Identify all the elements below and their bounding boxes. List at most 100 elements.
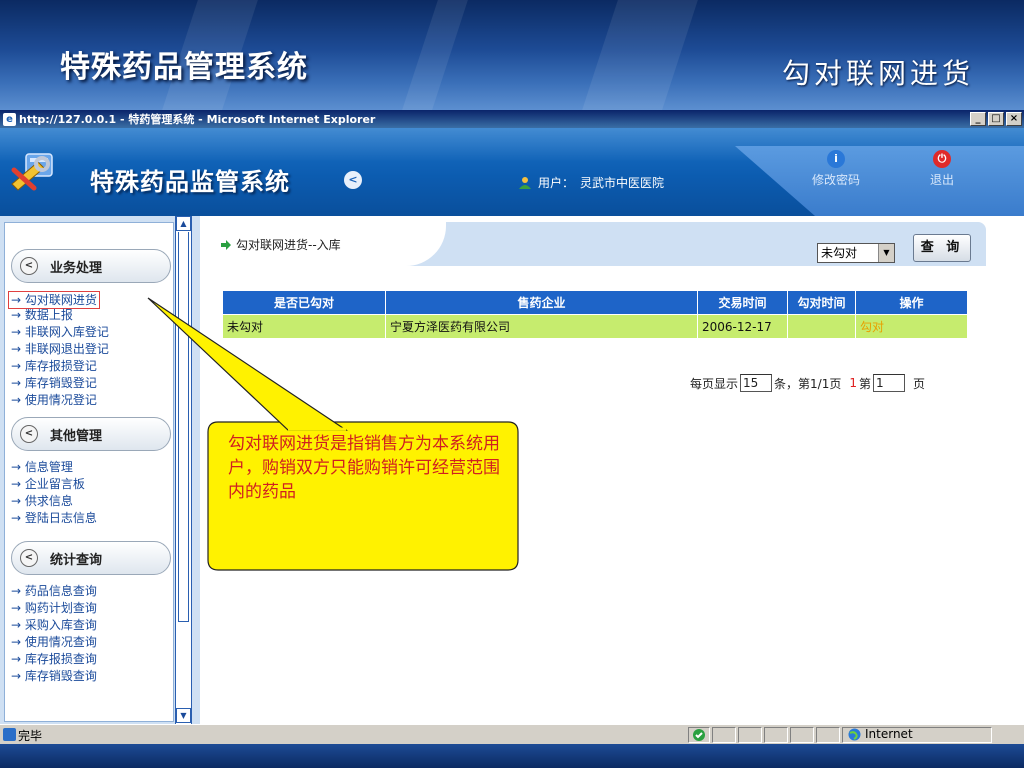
cell-match-time [787,314,856,339]
internet-zone: Internet [848,727,913,741]
close-button[interactable]: × [1006,112,1022,126]
sidebar-item-login-log[interactable]: → 登陆日志信息 [11,510,97,526]
menu-label: 非联网入库登记 [24,325,109,339]
window-controls: _ □ × [970,112,1022,126]
menu-label: 库存报损登记 [24,359,97,373]
status-cell [764,727,788,743]
user-label: 用户： [538,176,575,190]
sidebar-item-offline-in[interactable]: → 非联网入库登记 [11,324,109,340]
menu-label: 非联网退出登记 [24,342,109,356]
check-circle-icon [693,729,705,741]
breadcrumb: 勾对联网进货--入库 [220,236,341,253]
status-bar: 完毕 Internet [0,724,1024,744]
globe-icon [848,728,861,740]
menu-label: 企业留言板 [24,477,85,491]
sidebar-item-loss[interactable]: → 库存报损登记 [11,358,97,374]
status-cell [712,727,736,743]
menu-label: 勾对联网进货 [24,293,97,307]
menu-label: 库存销毁登记 [24,376,97,390]
menu-label: 库存报损查询 [24,652,97,666]
sidebar-item-supply[interactable]: → 供求信息 [11,493,73,509]
ie-icon: e [3,112,16,126]
menu-label: 药品信息查询 [24,584,97,598]
menu-label: 使用情况登记 [24,393,97,407]
logout-button[interactable]: ⏻ 退出 [930,150,954,188]
chevron-left-icon: < [20,549,38,567]
slide-banner: 特殊药品管理系统 勾对联网进货 [0,0,1024,110]
goto-label: 第 [858,376,871,391]
user-info: 用户： 灵武市中医医院 [518,174,664,191]
app-title: 特殊药品监管系统 [90,168,290,196]
collapse-sidebar-button[interactable]: < [344,171,362,189]
sidebar-item-usage[interactable]: → 使用情况登记 [11,392,97,408]
per-page-input[interactable]: 15 [740,374,773,392]
section-stats[interactable]: < 统计查询 [11,541,171,575]
status-cell [790,727,814,743]
sidebar-item-loss-query[interactable]: → 库存报损查询 [11,651,97,667]
sidebar-item-drug-query[interactable]: → 药品信息查询 [11,583,97,599]
banner-streak [402,0,468,110]
zone-label: Internet [865,727,913,741]
cell-trade-time: 2006-12-17 [697,314,788,339]
security-zone-cell [688,727,710,743]
callout-pointer [147,297,348,431]
sidebar-item-report[interactable]: → 数据上报 [11,307,73,323]
sidebar-item-message-board[interactable]: → 企业留言板 [11,476,85,492]
section-title: 其他管理 [50,428,103,444]
sidebar-item-plan-query[interactable]: → 购药计划查询 [11,600,97,616]
menu-label: 数据上报 [24,308,73,322]
match-action-link[interactable]: 勾对 [855,314,968,339]
sidebar-item-info[interactable]: → 信息管理 [11,459,73,475]
banner-streak [582,0,698,110]
scroll-down-icon[interactable]: ▼ [176,708,191,723]
menu-label: 库存销毁查询 [24,669,97,683]
chevron-down-icon[interactable]: ▼ [878,244,894,262]
menu-label: 信息管理 [24,460,73,474]
power-icon: ⏻ [933,150,951,168]
maximize-button[interactable]: □ [988,112,1004,126]
window-title: http://127.0.0.1 - 特药管理系统 - Microsoft In… [19,113,376,126]
sidebar-item-usage-query[interactable]: → 使用情况查询 [11,634,97,650]
user-icon [519,176,531,189]
status-cell [816,727,840,743]
change-password-button[interactable]: i 修改密码 [812,150,860,188]
current-page-marker[interactable]: 1 [849,376,857,390]
select-value: 未勾对 [821,246,858,260]
chevron-left-icon: < [20,257,38,275]
breadcrumb-text: 勾对联网进货--入库 [236,238,341,252]
change-password-label: 修改密码 [812,173,861,187]
sidebar-item-destroy[interactable]: → 库存销毁登记 [11,375,97,391]
logout-label: 退出 [930,173,955,187]
sidebar-item-purchase-query[interactable]: → 采购入库查询 [11,617,97,633]
chevron-left-icon: < [20,425,38,443]
status-text: 完毕 [18,729,43,743]
section-title: 业务处理 [50,260,103,276]
scroll-up-icon[interactable]: ▲ [176,216,191,231]
menu-label: 使用情况查询 [24,635,97,649]
sidebar-item-destroy-query[interactable]: → 库存销毁查询 [11,668,97,684]
menu-label: 采购入库查询 [24,618,97,632]
slide-title: 特殊药品管理系统 [60,50,308,85]
user-name: 灵武市中医医院 [580,176,665,190]
pager: 每页显示 15 条，第1/1页 1 第 1 页 [690,374,925,392]
menu-label: 登陆日志信息 [24,511,97,525]
query-button[interactable]: 查 询 [913,234,971,262]
column-header: 交易时间 [697,290,788,315]
section-business[interactable]: < 业务处理 [11,249,171,283]
column-header: 操作 [855,290,968,315]
per-page-label: 每页显示 [690,376,739,391]
match-status-select[interactable]: 未勾对 ▼ [817,243,895,263]
tools-logo-icon [8,150,60,196]
menu-label: 供求信息 [24,494,73,508]
arrow-right-icon [221,239,231,250]
slide-footer [0,744,1024,768]
column-header: 勾对时间 [787,290,856,315]
header-action-panel [735,146,1024,216]
sidebar-item-offline-out[interactable]: → 非联网退出登记 [11,341,109,357]
status-cell [738,727,762,743]
minimize-button[interactable]: _ [970,112,986,126]
page-suffix: 页 [913,376,926,391]
goto-page-input[interactable]: 1 [873,374,905,392]
page-summary: 条，第1/1页 [774,376,842,391]
window-titlebar[interactable]: e http://127.0.0.1 - 特药管理系统 - Microsoft … [0,110,1024,128]
